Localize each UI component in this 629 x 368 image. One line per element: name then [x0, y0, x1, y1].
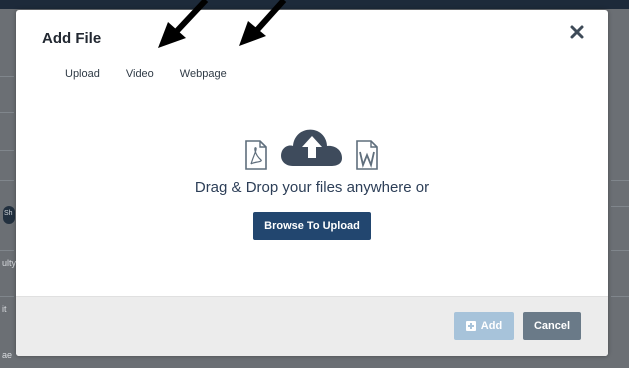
- tab-upload[interactable]: Upload: [65, 68, 100, 80]
- background-divider: [0, 76, 14, 77]
- browse-to-upload-button[interactable]: Browse To Upload: [253, 212, 371, 240]
- background-text: ae: [2, 350, 13, 360]
- background-text: it: [2, 304, 7, 314]
- pdf-file-icon: [245, 140, 267, 170]
- cloud-upload-icon: [281, 129, 342, 166]
- background-divider: [0, 150, 14, 151]
- background-topbar: [0, 0, 629, 9]
- tab-webpage[interactable]: Webpage: [180, 68, 227, 80]
- background-divider: [611, 250, 629, 251]
- modal-footer: [16, 296, 608, 356]
- background-divider: [0, 112, 14, 113]
- drop-instructions: Drag & Drop your files anywhere or: [194, 179, 430, 196]
- background-divider: [0, 180, 14, 181]
- modal-title: Add File: [42, 30, 102, 47]
- tab-video[interactable]: Video: [126, 68, 154, 80]
- close-icon[interactable]: [569, 24, 585, 40]
- cancel-button[interactable]: Cancel: [523, 312, 581, 340]
- upload-icons: [243, 118, 383, 178]
- background-divider: [0, 250, 14, 251]
- background-divider: [611, 206, 629, 207]
- add-file-modal: Add File Upload Video Webpage Drag & Dro…: [16, 10, 608, 356]
- background-text: Sh: [4, 210, 13, 217]
- background-divider: [611, 180, 629, 181]
- word-file-icon: [356, 140, 378, 170]
- file-type-tabs: Upload Video Webpage: [65, 68, 253, 80]
- add-button-label: Add: [480, 320, 503, 332]
- background-text: ulty: [2, 258, 17, 268]
- add-button[interactable]: Add: [454, 312, 514, 340]
- background-divider: [0, 296, 14, 297]
- background-divider: [611, 296, 629, 297]
- plus-square-icon: [465, 321, 476, 331]
